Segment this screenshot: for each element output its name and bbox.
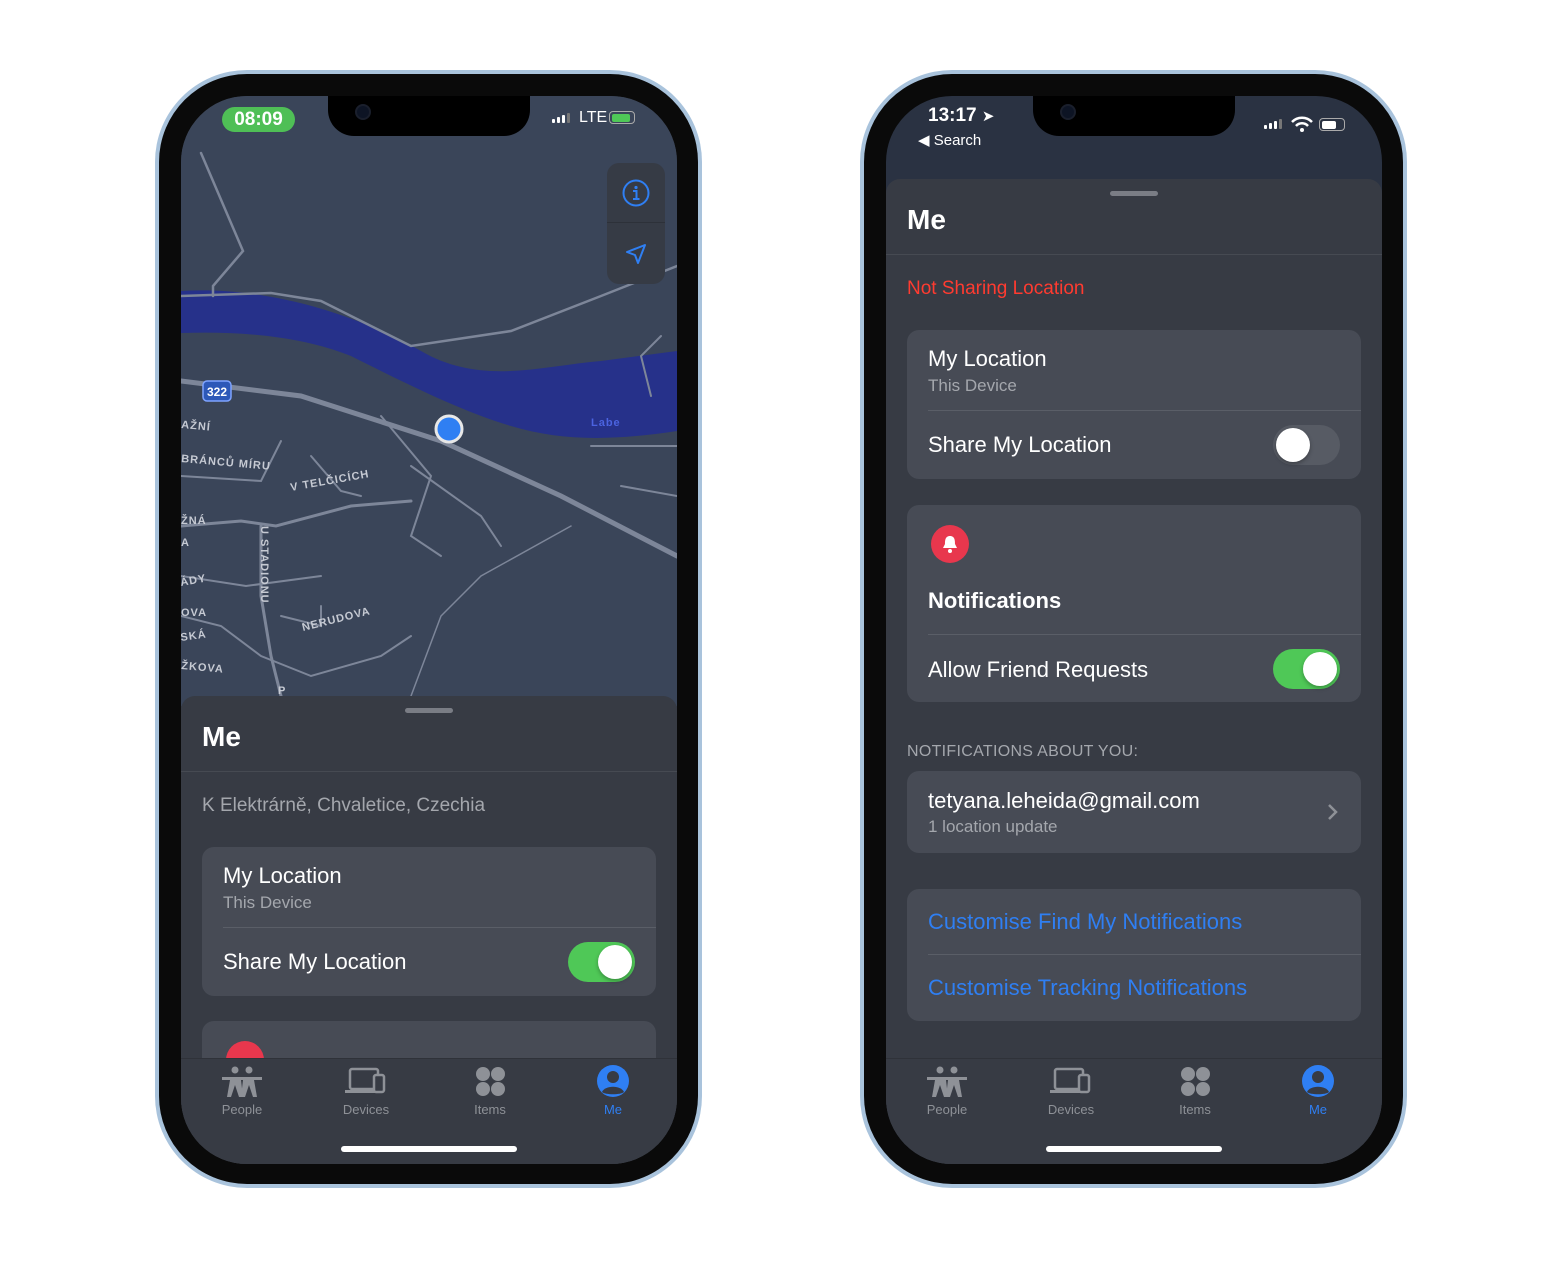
notifications-title: Notifications bbox=[928, 588, 1062, 613]
tab-label: Me bbox=[603, 1102, 623, 1117]
tab-devices[interactable]: Devices bbox=[321, 1065, 411, 1117]
tab-items[interactable]: Items bbox=[1150, 1065, 1240, 1117]
left-phone: 322 Labe V TELČICÍCH U STADIONU NERUDOVA… bbox=[155, 70, 702, 1188]
location-arrow-icon bbox=[626, 244, 646, 264]
my-location-title: My Location bbox=[928, 346, 1047, 371]
current-address: K Elektrárně, Chvaletice, Czechia bbox=[202, 795, 486, 816]
about-you-detail: 1 location update bbox=[928, 817, 1058, 836]
tab-label: Items bbox=[474, 1102, 506, 1117]
me-sheet: Me Not Sharing Location My Location This… bbox=[886, 179, 1382, 1164]
items-icon bbox=[476, 1067, 505, 1096]
notch bbox=[1033, 96, 1235, 136]
sheet-title: Me bbox=[202, 721, 241, 752]
river-label: Labe bbox=[591, 417, 621, 429]
tab-bar: People Devices Items Me bbox=[181, 1058, 677, 1164]
right-screen: 13:17 ➤ ◀ Search Me Not Sharing Location… bbox=[886, 96, 1382, 1164]
signal-icon bbox=[552, 113, 570, 123]
allow-friend-requests-toggle[interactable] bbox=[1273, 649, 1340, 689]
back-triangle-icon: ◀ bbox=[918, 132, 930, 149]
tab-items[interactable]: Items bbox=[445, 1065, 535, 1117]
notifications-card: Notifications Allow Friend Requests bbox=[907, 505, 1361, 702]
status-time: 13:17 ➤ bbox=[928, 105, 995, 126]
right-phone: 13:17 ➤ ◀ Search Me Not Sharing Location… bbox=[860, 70, 1407, 1188]
devices-icon bbox=[1050, 1067, 1091, 1094]
bell-badge bbox=[931, 525, 969, 563]
customise-find-my-notifications-link[interactable]: Customise Find My Notifications bbox=[928, 909, 1242, 935]
map-controls bbox=[607, 163, 665, 284]
tab-devices[interactable]: Devices bbox=[1026, 1065, 1116, 1117]
tab-bar: People Devices Items Me bbox=[886, 1058, 1382, 1164]
customise-tracking-notifications-link[interactable]: Customise Tracking Notifications bbox=[928, 975, 1247, 1001]
signal-icon bbox=[1264, 119, 1282, 129]
home-indicator[interactable] bbox=[341, 1146, 517, 1152]
battery-charging-icon bbox=[609, 111, 635, 124]
street-label: OVA bbox=[181, 607, 207, 619]
about-you-header: NOTIFICATIONS ABOUT YOU: bbox=[907, 743, 1139, 760]
devices-icon bbox=[345, 1067, 386, 1094]
chevron-right-icon bbox=[1328, 804, 1338, 820]
links-card: Customise Find My Notifications Customis… bbox=[907, 889, 1361, 1021]
tab-label: People bbox=[221, 1102, 263, 1117]
home-indicator[interactable] bbox=[1046, 1146, 1222, 1152]
me-icon bbox=[597, 1065, 629, 1097]
allow-friend-requests-label: Allow Friend Requests bbox=[928, 657, 1149, 682]
sharing-status: Not Sharing Location bbox=[907, 278, 1085, 299]
network-type: LTE bbox=[579, 109, 608, 126]
left-screen: 322 Labe V TELČICÍCH U STADIONU NERUDOVA… bbox=[181, 96, 677, 1164]
people-icon bbox=[222, 1066, 262, 1097]
tab-me[interactable]: Me bbox=[1273, 1065, 1363, 1117]
tab-me[interactable]: Me bbox=[568, 1065, 658, 1117]
items-icon bbox=[1181, 1067, 1210, 1096]
map[interactable]: 322 Labe V TELČICÍCH U STADIONU NERUDOVA… bbox=[181, 96, 677, 706]
user-location-dot bbox=[434, 414, 464, 444]
tab-label: Devices bbox=[342, 1102, 390, 1117]
tab-label: People bbox=[926, 1102, 968, 1117]
battery-icon bbox=[1319, 118, 1345, 131]
bell-icon bbox=[943, 536, 957, 553]
tab-people[interactable]: People bbox=[197, 1065, 287, 1117]
share-location-label: Share My Location bbox=[928, 432, 1112, 457]
my-location-subtitle: This Device bbox=[223, 893, 312, 912]
street-label: AŽNÍ bbox=[181, 418, 211, 434]
my-location-subtitle: This Device bbox=[928, 376, 1017, 395]
street-label: ŽNÁ bbox=[181, 514, 207, 527]
share-location-toggle[interactable] bbox=[568, 942, 635, 982]
wifi-icon bbox=[1291, 116, 1313, 132]
sheet-grabber[interactable] bbox=[1110, 191, 1158, 196]
info-button[interactable] bbox=[607, 163, 665, 223]
share-location-label: Share My Location bbox=[223, 949, 407, 974]
locate-button[interactable] bbox=[607, 224, 665, 284]
street-label: U STADIONU bbox=[258, 526, 270, 604]
tab-people[interactable]: People bbox=[902, 1065, 992, 1117]
status-time: 08:09 bbox=[222, 107, 295, 132]
info-icon bbox=[622, 179, 650, 206]
about-you-item[interactable]: tetyana.leheida@gmail.com 1 location upd… bbox=[907, 771, 1361, 853]
tab-label: Me bbox=[1308, 1102, 1328, 1117]
people-icon bbox=[927, 1066, 967, 1097]
about-you-email: tetyana.leheida@gmail.com bbox=[928, 788, 1200, 813]
me-icon bbox=[1302, 1065, 1334, 1097]
location-services-icon: ➤ bbox=[981, 108, 995, 125]
street-label: A bbox=[181, 537, 190, 549]
my-location-title: My Location bbox=[223, 863, 342, 888]
location-card: My Location This Device Share My Locatio… bbox=[907, 330, 1361, 479]
sheet-grabber[interactable] bbox=[405, 708, 453, 713]
share-location-toggle[interactable] bbox=[1273, 425, 1340, 465]
notch bbox=[328, 96, 530, 136]
tab-label: Devices bbox=[1047, 1102, 1095, 1117]
back-to-search-button[interactable]: ◀ Search bbox=[918, 131, 981, 149]
route-badge: 322 bbox=[207, 385, 227, 399]
tab-label: Items bbox=[1179, 1102, 1211, 1117]
sheet-title: Me bbox=[907, 204, 946, 235]
location-card: My Location This Device Share My Locatio… bbox=[202, 847, 656, 996]
